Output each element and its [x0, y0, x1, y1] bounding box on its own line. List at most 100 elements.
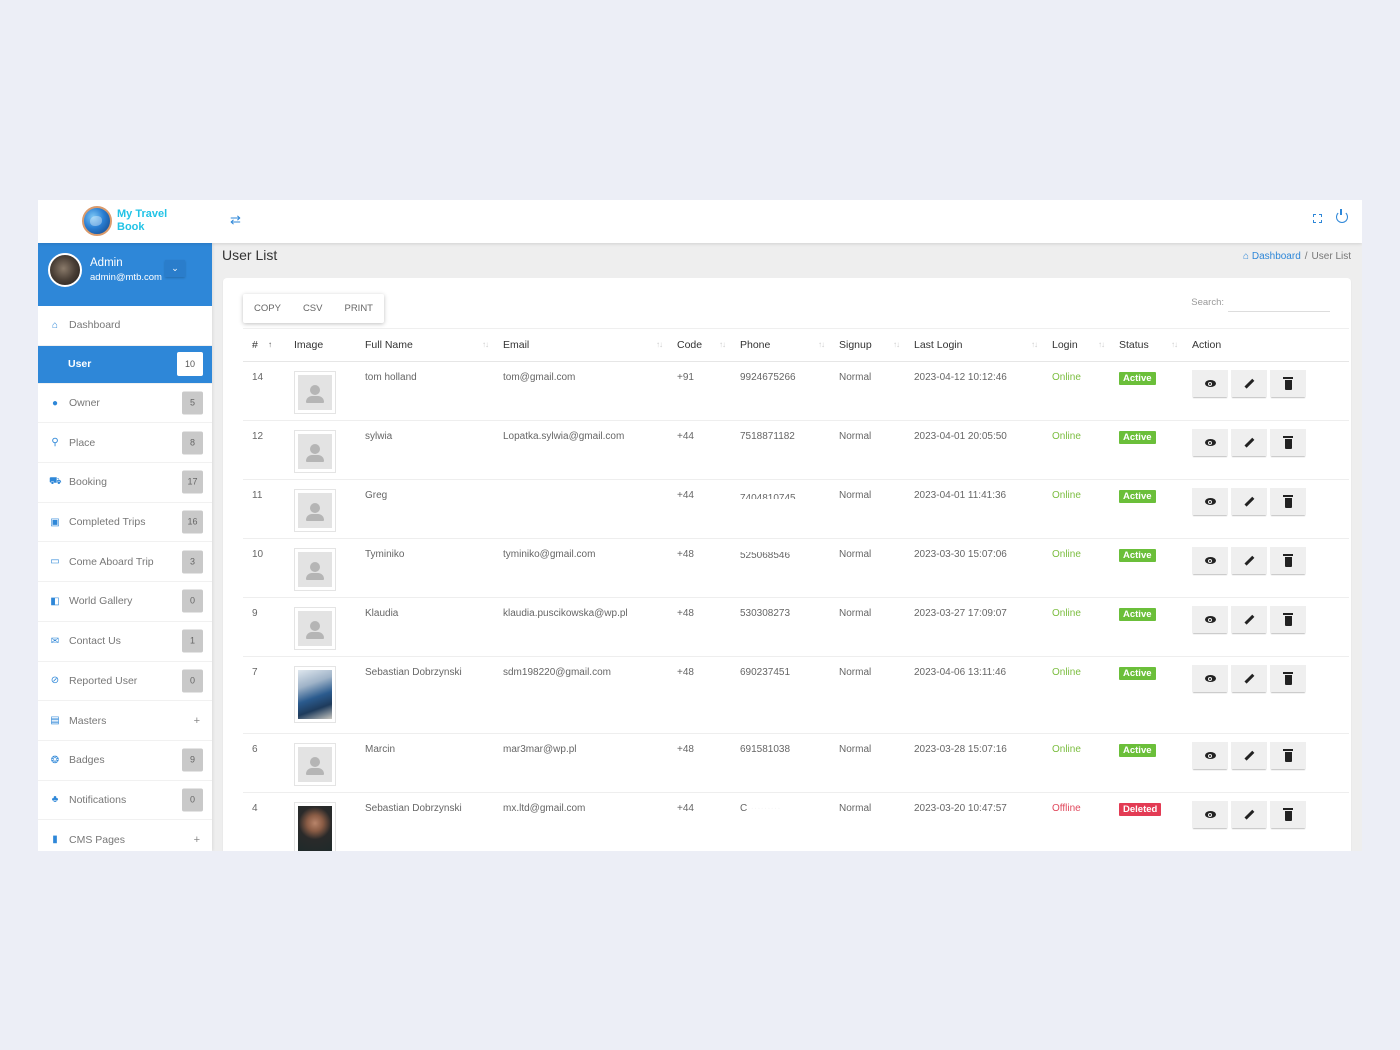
sidebar-toggle-button[interactable]: ⇄ — [230, 212, 241, 228]
view-button[interactable] — [1192, 547, 1228, 574]
fullscreen-icon[interactable] — [1313, 213, 1322, 223]
cell-login: Online — [1043, 538, 1110, 598]
column-header-last-login[interactable]: Last Login ↑↓ — [905, 328, 1043, 362]
delete-button[interactable] — [1270, 801, 1306, 828]
cell-status: Active — [1110, 361, 1183, 421]
delete-button[interactable] — [1270, 488, 1306, 515]
view-button[interactable] — [1192, 665, 1228, 692]
delete-button[interactable] — [1270, 606, 1306, 633]
cell-phone: 525068546 — [731, 538, 830, 598]
sidebar-item-come-aboard-trip[interactable]: ▭ Come Aboard Trip 3 — [38, 542, 212, 583]
delete-button[interactable] — [1270, 665, 1306, 692]
sidebar-item-notifications[interactable]: ♣ Notifications 0 — [38, 781, 212, 821]
view-button[interactable] — [1192, 488, 1228, 515]
sort-icon[interactable]: ↑↓ — [1171, 340, 1178, 349]
copy-button[interactable]: COPY — [243, 294, 292, 323]
cell-login: Online — [1043, 597, 1110, 657]
profile-dropdown-button[interactable]: ⌄ — [165, 260, 185, 277]
edit-button[interactable] — [1231, 370, 1267, 397]
sidebar-item-masters[interactable]: ▤ Masters + — [38, 701, 212, 741]
count-badge: 0 — [182, 788, 203, 812]
search-input[interactable] — [1228, 292, 1330, 312]
sidebar-item-reported-user[interactable]: ⊘ Reported User 0 — [38, 662, 212, 702]
logo[interactable]: My Travel Book — [82, 206, 167, 236]
view-button[interactable] — [1192, 429, 1228, 456]
sort-icon[interactable]: ↑↓ — [656, 340, 663, 349]
trash-icon — [1283, 808, 1293, 821]
sidebar-item-place[interactable]: ⚲ Place 8 — [38, 423, 212, 464]
column-header-signup[interactable]: Signup ↑↓ — [830, 328, 905, 362]
cell-phone: 690237451 — [731, 656, 830, 734]
status-badge: Active — [1119, 744, 1156, 757]
sidebar-item-user[interactable]: User 10 — [38, 345, 212, 384]
sort-icon[interactable]: ↑↓ — [719, 340, 726, 349]
cell-code: +44 — [668, 420, 731, 480]
sidebar-item-badges[interactable]: ❂ Badges 9 — [38, 741, 212, 781]
breadcrumb-dashboard[interactable]: ⌂ Dashboard — [1243, 251, 1301, 262]
status-badge: Active — [1119, 608, 1156, 621]
trash-icon — [1283, 377, 1293, 390]
sidebar-item-label: Come Aboard Trip — [69, 555, 154, 568]
column-header-id[interactable]: # ↑ — [243, 328, 285, 362]
view-button[interactable] — [1192, 801, 1228, 828]
table-row: 9 Klaudia klaudia.puscikowska@wp.pl +48 … — [243, 597, 1349, 657]
column-header-status[interactable]: Status ↑↓ — [1110, 328, 1183, 362]
sidebar-item-label: Contact Us — [69, 635, 121, 648]
sidebar-item-owner[interactable]: ● Owner 5 — [38, 384, 212, 424]
edit-button[interactable] — [1231, 801, 1267, 828]
column-header-code[interactable]: Code ↑↓ — [668, 328, 731, 362]
table-row: 12 sylwia Lopatka.sylwia@gmail.com +44 7… — [243, 420, 1349, 480]
column-header-login[interactable]: Login ↑↓ — [1043, 328, 1110, 362]
trash-icon — [1283, 436, 1293, 449]
delete-button[interactable] — [1270, 742, 1306, 769]
expand-plus-icon[interactable]: + — [194, 834, 200, 846]
edit-button[interactable] — [1231, 606, 1267, 633]
default-user-icon — [298, 434, 332, 469]
sidebar-item-label: Reported User — [69, 674, 138, 687]
edit-button[interactable] — [1231, 665, 1267, 692]
cell-action — [1183, 733, 1349, 793]
expand-plus-icon[interactable]: + — [194, 715, 200, 727]
edit-button[interactable] — [1231, 488, 1267, 515]
brand-line-2: Book — [117, 221, 145, 233]
pencil-icon — [1244, 496, 1254, 507]
column-header-email[interactable]: Email ↑↓ — [494, 328, 668, 362]
edit-button[interactable] — [1231, 742, 1267, 769]
view-button[interactable] — [1192, 742, 1228, 769]
print-button[interactable]: PRINT — [333, 294, 384, 323]
default-user-icon — [298, 552, 332, 587]
delete-button[interactable] — [1270, 370, 1306, 397]
sort-icon[interactable]: ↑↓ — [1098, 340, 1105, 349]
eye-icon — [1204, 439, 1216, 446]
briefcase-check-icon: ▣ — [50, 516, 60, 528]
edit-button[interactable] — [1231, 547, 1267, 574]
pencil-icon — [1244, 555, 1254, 566]
sort-icon[interactable]: ↑ — [268, 340, 272, 349]
column-header-full-name[interactable]: Full Name ↑↓ — [356, 328, 494, 362]
column-header-phone[interactable]: Phone ↑↓ — [731, 328, 830, 362]
delete-button[interactable] — [1270, 429, 1306, 456]
sidebar-item-dashboard[interactable]: ⌂ Dashboard — [38, 306, 212, 346]
power-icon[interactable] — [1336, 209, 1348, 223]
cell-phone: 530308273 — [731, 597, 830, 657]
sidebar-item-booking[interactable]: ⛟ Booking 17 — [38, 463, 212, 503]
delete-button[interactable] — [1270, 547, 1306, 574]
cell-id: 9 — [243, 597, 285, 657]
view-button[interactable] — [1192, 606, 1228, 633]
sort-icon[interactable]: ↑↓ — [482, 340, 489, 349]
pencil-icon — [1244, 673, 1254, 684]
sidebar-item-world-gallery[interactable]: ◧ World Gallery 0 — [38, 582, 212, 622]
csv-button[interactable]: CSV — [292, 294, 334, 323]
cell-last-login: 2023-03-28 15:07:16 — [905, 733, 1043, 793]
sort-icon[interactable]: ↑↓ — [818, 340, 825, 349]
sort-icon[interactable]: ↑↓ — [893, 340, 900, 349]
chevron-down-icon: ⌄ — [171, 263, 179, 273]
view-button[interactable] — [1192, 370, 1228, 397]
sidebar-item-completed-trips[interactable]: ▣ Completed Trips 16 — [38, 503, 212, 543]
column-header-image: Image — [285, 328, 356, 362]
cell-login: Online — [1043, 479, 1110, 539]
sidebar-item-contact-us[interactable]: ✉ Contact Us 1 — [38, 622, 212, 662]
sidebar-item-cms-pages[interactable]: ▮ CMS Pages + — [38, 820, 212, 851]
edit-button[interactable] — [1231, 429, 1267, 456]
sort-icon[interactable]: ↑↓ — [1031, 340, 1038, 349]
